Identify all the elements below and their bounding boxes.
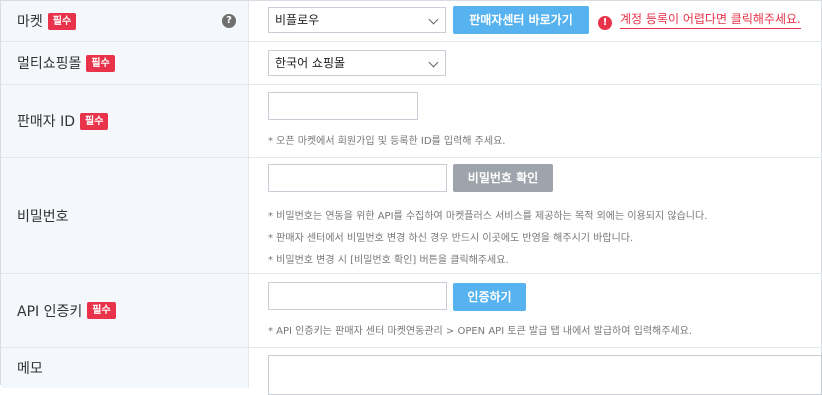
market-label: 마켓: [17, 14, 43, 30]
alert-icon: !: [598, 16, 612, 30]
row-api-key: API 인증키 필수 인증하기 * API 인증키는 판매자 센터 마켓연동관리…: [1, 274, 821, 348]
label-cell-market: 마켓 필수 ?: [1, 1, 249, 41]
row-seller-id: 판매자 ID 필수 * 오픈 마켓에서 회원가입 및 등록한 ID를 입력해 주…: [1, 85, 821, 158]
multimall-label: 멀티쇼핑몰: [17, 56, 82, 72]
chevron-down-icon: [428, 14, 439, 25]
chevron-down-icon: [428, 57, 439, 68]
password-check-button[interactable]: 비밀번호 확인: [453, 164, 553, 192]
seller-center-button[interactable]: 판매자센터 바로가기: [453, 6, 589, 34]
account-help-link[interactable]: ! 계정 등록이 어렵다면 클릭해주세요.: [598, 10, 801, 30]
password-note-1: * 비밀번호는 연동을 위한 API를 수집하여 마켓플러스 서비스를 제공하는…: [268, 211, 708, 222]
row-password: 비밀번호 비밀번호 확인 * 비밀번호는 연동을 위한 API를 수집하여 마켓…: [1, 158, 821, 274]
row-multimall: 멀티쇼핑몰 필수 한국어 쇼핑몰: [1, 42, 821, 85]
multimall-select[interactable]: 한국어 쇼핑몰: [268, 50, 446, 76]
label-cell-memo: 메모: [1, 348, 249, 388]
market-select-value: 비플로우: [275, 13, 320, 27]
api-key-input[interactable]: [268, 282, 447, 310]
row-market: 마켓 필수 ? 비플로우 판매자센터 바로가기 ! 계정 등록이 어렵다면 클릭해…: [1, 1, 821, 42]
password-input[interactable]: [268, 164, 447, 192]
api-key-label: API 인증키: [17, 303, 83, 320]
required-badge: 필수: [87, 302, 116, 319]
password-label: 비밀번호: [17, 208, 69, 225]
seller-id-input[interactable]: [268, 92, 418, 120]
required-badge: 필수: [47, 12, 77, 30]
label-cell-api-key: API 인증키 필수: [1, 274, 249, 347]
account-help-text: 계정 등록이 어렵다면 클릭해주세요.: [620, 12, 801, 29]
row-memo: 메모: [1, 348, 822, 395]
memo-label: 메모: [17, 361, 43, 377]
label-cell-seller-id: 판매자 ID 필수: [1, 85, 249, 157]
required-badge: 필수: [86, 54, 115, 72]
password-note-3: * 비밀번호 변경 시 [비밀번호 확인] 버튼을 클릭해주세요.: [268, 255, 509, 266]
help-icon[interactable]: ?: [222, 14, 236, 28]
label-cell-multimall: 멀티쇼핑몰 필수: [1, 42, 249, 84]
seller-id-note: * 오픈 마켓에서 회원가입 및 등록한 ID를 입력해 주세요.: [268, 136, 506, 147]
required-badge: 필수: [80, 112, 109, 130]
password-note-2: * 판매자 센터에서 비밀번호 변경 하신 경우 반드시 이곳에도 반영을 해주…: [268, 233, 634, 244]
seller-id-label: 판매자 ID: [17, 114, 75, 130]
memo-textarea[interactable]: [268, 355, 822, 395]
multimall-select-value: 한국어 쇼핑몰: [275, 56, 346, 70]
market-settings-form: 마켓 필수 ? 비플로우 판매자센터 바로가기 ! 계정 등록이 어렵다면 클릭해…: [0, 0, 822, 395]
api-key-note: * API 인증키는 판매자 센터 마켓연동관리 > OPEN API 토큰 발…: [268, 326, 693, 337]
label-cell-password: 비밀번호: [1, 158, 249, 273]
verify-button[interactable]: 인증하기: [453, 283, 526, 311]
market-select[interactable]: 비플로우: [268, 7, 446, 33]
